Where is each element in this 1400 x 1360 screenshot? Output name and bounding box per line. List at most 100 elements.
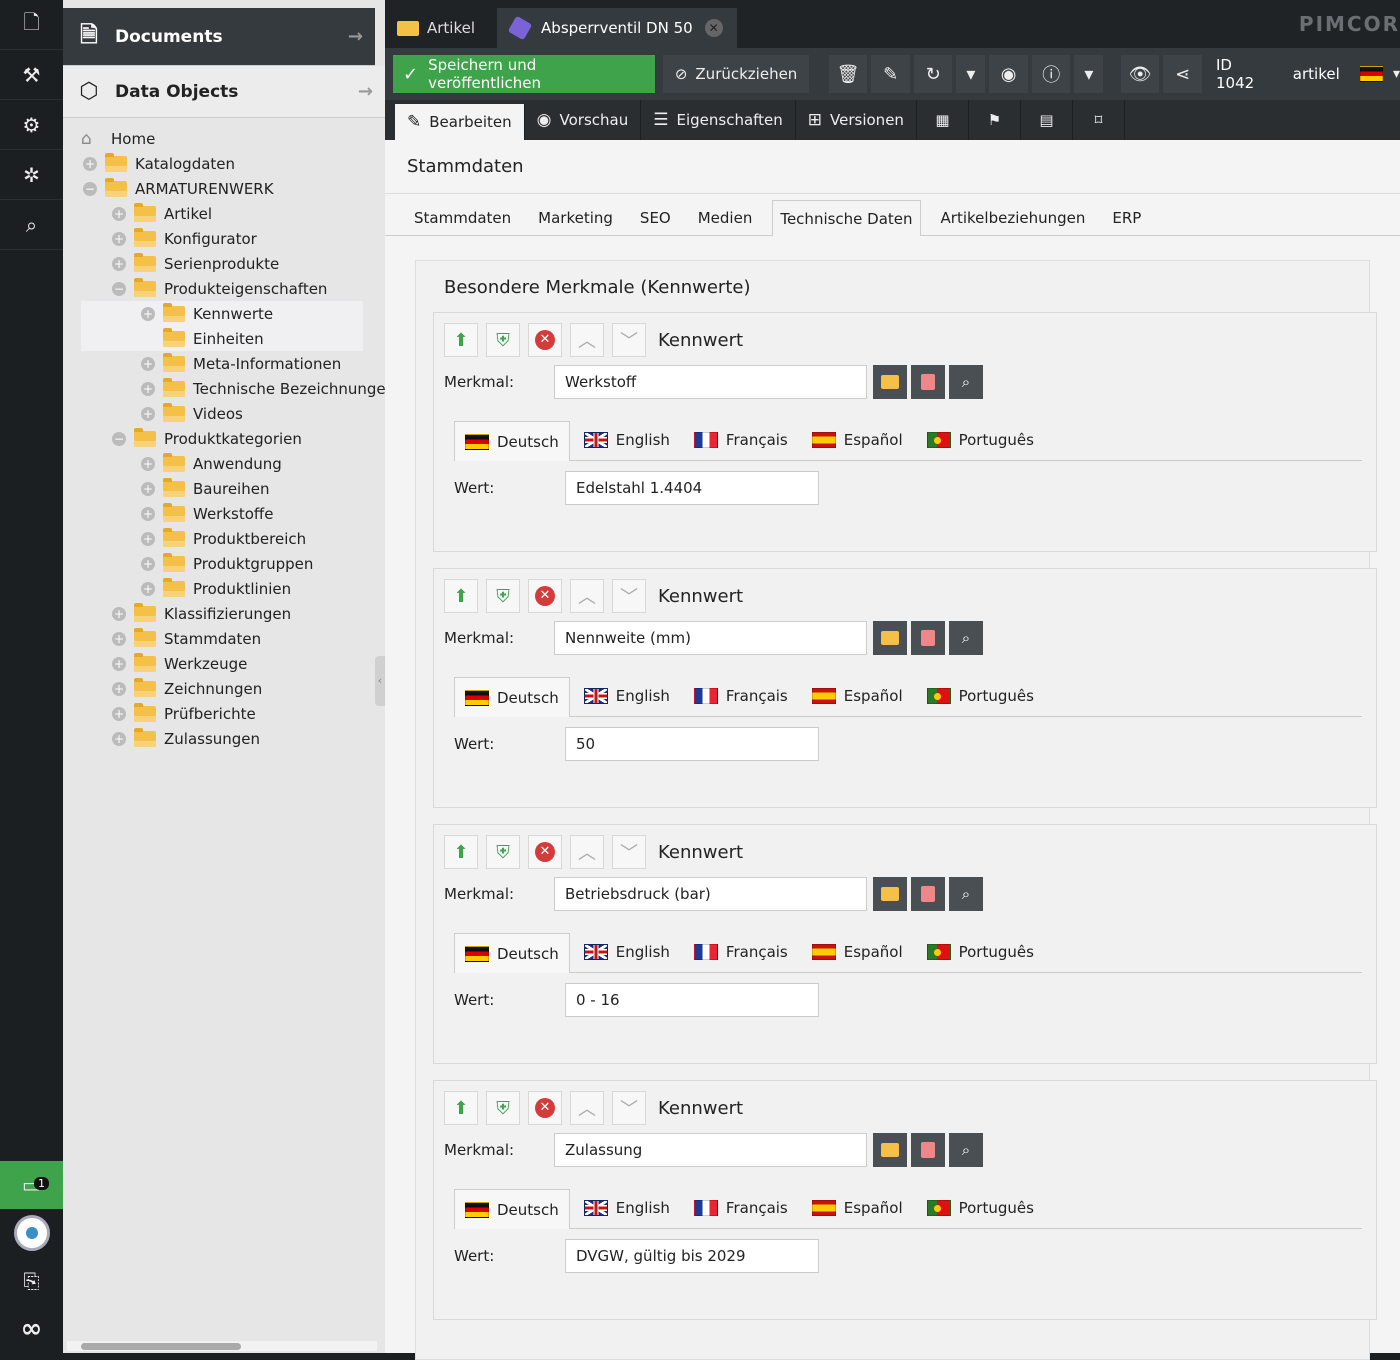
add-block-icon[interactable]: ⬆: [444, 1091, 478, 1125]
search-icon[interactable]: ⌕: [0, 200, 63, 250]
tab-preview[interactable]: ◉ Vorschau: [525, 100, 642, 140]
arrow-right-icon[interactable]: →: [348, 26, 363, 47]
tree-node[interactable]: + Baureihen: [63, 476, 385, 501]
move-up-icon[interactable]: ︿: [570, 835, 604, 869]
open-folder-icon[interactable]: [873, 877, 907, 911]
search-icon[interactable]: ⌕: [949, 365, 983, 399]
subtab-marketing[interactable]: Marketing: [531, 201, 620, 235]
expand-icon[interactable]: +: [141, 381, 155, 396]
tab-edit[interactable]: ✎ Bearbeiten: [395, 104, 525, 140]
clear-relation-icon[interactable]: [911, 365, 945, 399]
subtab-erp[interactable]: ERP: [1105, 201, 1148, 235]
tree-node[interactable]: + Produktlinien: [63, 576, 385, 601]
search-icon[interactable]: ⌕: [949, 877, 983, 911]
lang-tab-en[interactable]: English: [574, 932, 680, 972]
dropdown-arrow-icon[interactable]: ▾: [1074, 55, 1104, 93]
expand-icon[interactable]: +: [112, 706, 126, 721]
wert-field[interactable]: 50: [565, 727, 819, 761]
data-objects-header[interactable]: ⬡ Data Objects →: [63, 66, 385, 118]
panel-collapse-handle[interactable]: ‹: [375, 656, 385, 706]
collapse-icon[interactable]: −: [112, 431, 126, 446]
open-folder-icon[interactable]: [873, 621, 907, 655]
expand-icon[interactable]: +: [141, 456, 155, 471]
tree-node[interactable]: + Katalogdaten: [63, 151, 385, 176]
tree-node[interactable]: − Produkteigenschaften: [63, 276, 385, 301]
tab-versions[interactable]: ⊞ Versionen: [796, 100, 917, 140]
lang-tab-fr[interactable]: Français: [684, 932, 798, 972]
move-up-icon[interactable]: ︿: [570, 579, 604, 613]
move-down-icon[interactable]: ﹀: [612, 835, 646, 869]
expand-icon[interactable]: +: [141, 481, 155, 496]
merkmal-field[interactable]: Betriebsdruck (bar): [554, 877, 867, 911]
tag-icon[interactable]: ⌑: [1073, 100, 1125, 140]
subtab-artikelbeziehungen[interactable]: Artikelbeziehungen: [934, 201, 1093, 235]
tree-node[interactable]: + Produktgruppen: [63, 551, 385, 576]
wert-field[interactable]: Edelstahl 1.4404: [565, 471, 819, 505]
move-down-icon[interactable]: ﹀: [612, 323, 646, 357]
dropdown-arrow-icon[interactable]: ▾: [956, 55, 986, 93]
language-flag-de-icon[interactable]: [1359, 66, 1383, 82]
calendar-icon[interactable]: ▤: [1021, 100, 1073, 140]
subtab-medien[interactable]: Medien: [691, 201, 760, 235]
lang-tab-pt[interactable]: Português: [917, 676, 1044, 716]
tree-node[interactable]: + Produktbereich: [63, 526, 385, 551]
tree-node[interactable]: Einheiten: [81, 326, 363, 351]
wrench-icon[interactable]: ⚒: [0, 50, 63, 100]
expand-icon[interactable]: +: [141, 531, 155, 546]
tree-node[interactable]: + Prüfberichte: [63, 701, 385, 726]
clear-relation-icon[interactable]: [911, 621, 945, 655]
expand-icon[interactable]: +: [112, 631, 126, 646]
expand-icon[interactable]: +: [141, 356, 155, 371]
lang-tab-en[interactable]: English: [574, 676, 680, 716]
open-folder-icon[interactable]: [873, 365, 907, 399]
subtab-technische-daten[interactable]: Technische Daten: [772, 200, 921, 236]
preview-eye-icon[interactable]: 👁: [1120, 55, 1160, 93]
notifications-button[interactable]: ▭ 1: [0, 1161, 63, 1209]
lang-tab-en[interactable]: English: [574, 420, 680, 460]
lock-block-icon[interactable]: ⛨: [486, 835, 520, 869]
scrollbar-thumb[interactable]: [81, 1343, 241, 1350]
tree-node[interactable]: + Werkzeuge: [63, 651, 385, 676]
documents-header[interactable]: 🗎 Documents →: [63, 8, 375, 66]
clear-relation-icon[interactable]: [911, 1133, 945, 1167]
subtab-seo[interactable]: SEO: [633, 201, 678, 235]
merkmal-field[interactable]: Nennweite (mm): [554, 621, 867, 655]
add-block-icon[interactable]: ⬆: [444, 323, 478, 357]
collapse-icon[interactable]: −: [83, 181, 97, 196]
tab-properties[interactable]: ☰ Eigenschaften: [641, 100, 796, 140]
lang-tab-de[interactable]: Deutsch: [454, 421, 570, 461]
delete-block-icon[interactable]: ✕: [528, 579, 562, 613]
tree-node[interactable]: + Videos: [63, 401, 385, 426]
file-icon[interactable]: 🗋: [0, 0, 63, 50]
wert-field[interactable]: 0 - 16: [565, 983, 819, 1017]
tab-object[interactable]: Absperrventil DN 50 ✕: [497, 8, 737, 48]
lang-tab-pt[interactable]: Português: [917, 932, 1044, 972]
user-avatar[interactable]: [0, 1209, 63, 1257]
lock-block-icon[interactable]: ⛨: [486, 579, 520, 613]
tree-node[interactable]: + Konfigurator: [63, 226, 385, 251]
clear-relation-icon[interactable]: [911, 877, 945, 911]
lang-tab-de[interactable]: Deutsch: [454, 933, 570, 973]
tree-node-home[interactable]: ⌂ Home: [63, 126, 385, 151]
wert-field[interactable]: DVGW, gültig bis 2029: [565, 1239, 819, 1273]
subtab-stammdaten[interactable]: Stammdaten: [407, 201, 518, 235]
horizontal-scrollbar[interactable]: [67, 1341, 377, 1351]
lang-tab-en[interactable]: English: [574, 1188, 680, 1228]
target-icon[interactable]: ◉: [989, 55, 1028, 93]
lang-tab-fr[interactable]: Français: [684, 420, 798, 460]
tree-node[interactable]: + Anwendung: [63, 451, 385, 476]
search-icon[interactable]: ⌕: [949, 621, 983, 655]
lang-tab-fr[interactable]: Français: [684, 676, 798, 716]
lang-tab-pt[interactable]: Português: [917, 1188, 1044, 1228]
move-up-icon[interactable]: ︿: [570, 323, 604, 357]
expand-icon[interactable]: +: [112, 606, 126, 621]
tree-node[interactable]: − ARMATURENWERK: [63, 176, 385, 201]
tree-node[interactable]: + Zulassungen: [63, 726, 385, 751]
search-icon[interactable]: ⌕: [949, 1133, 983, 1167]
move-down-icon[interactable]: ﹀: [612, 579, 646, 613]
delete-block-icon[interactable]: ✕: [528, 323, 562, 357]
unpublish-button[interactable]: ⊘ Zurückziehen: [662, 55, 810, 93]
delete-icon[interactable]: 🗑: [828, 55, 868, 93]
share-icon[interactable]: ⋖: [1163, 55, 1202, 93]
tree-node[interactable]: + Klassifizierungen: [63, 601, 385, 626]
